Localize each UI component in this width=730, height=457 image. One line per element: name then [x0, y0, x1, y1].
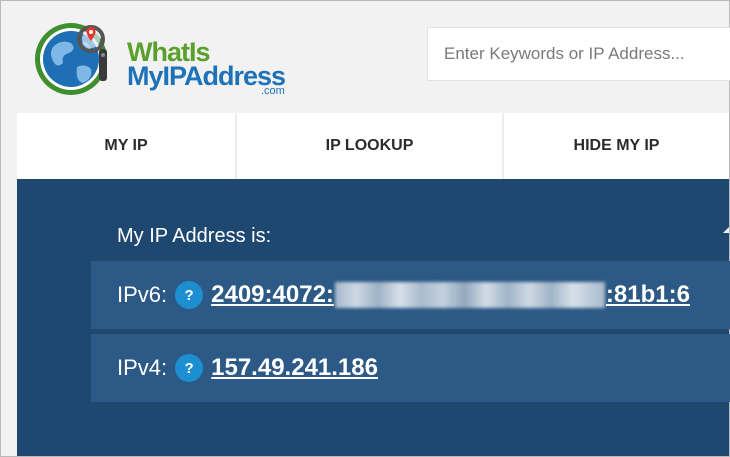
nav-item-my-ip[interactable]: MY IP [17, 113, 237, 179]
main-nav: MY IP IP LOOKUP HIDE MY IP [17, 113, 729, 179]
logo-text-com: .com [261, 85, 285, 97]
panel-title: My IP Address is: [117, 225, 272, 247]
search-input[interactable] [427, 27, 730, 81]
nav-item-hide-my-ip[interactable]: HIDE MY IP [504, 113, 729, 179]
ipv6-address-link[interactable]: 2409:4072: :81b1:6 [211, 281, 690, 309]
ipv6-row: IPv6: ? 2409:4072: :81b1:6 [91, 261, 730, 329]
nav-item-ip-lookup[interactable]: IP LOOKUP [237, 113, 504, 179]
site-header: WhatIs MyIPAddress .com [1, 1, 730, 113]
ipv4-label: IPv4: [117, 355, 168, 380]
ip-address-panel: My IP Address is: IPv6: ? 2409:4072: :81… [17, 179, 730, 456]
site-logo[interactable]: WhatIs MyIPAddress .com [31, 17, 301, 101]
ipv4-row: IPv4: ? 157.49.241.186 [91, 334, 730, 402]
globe-magnifier-icon [35, 23, 107, 95]
ipv4-help-icon[interactable]: ? [175, 354, 204, 382]
panel-corner-notch [723, 227, 729, 233]
ipv6-redacted-blur [334, 282, 605, 308]
ipv6-label: IPv6: [117, 282, 168, 307]
ipv6-address-suffix: :81b1:6 [605, 281, 690, 308]
ipv4-address-link[interactable]: 157.49.241.186 [211, 354, 378, 382]
ipv6-address-prefix: 2409:4072: [211, 281, 334, 308]
ipv6-help-icon[interactable]: ? [175, 281, 204, 309]
